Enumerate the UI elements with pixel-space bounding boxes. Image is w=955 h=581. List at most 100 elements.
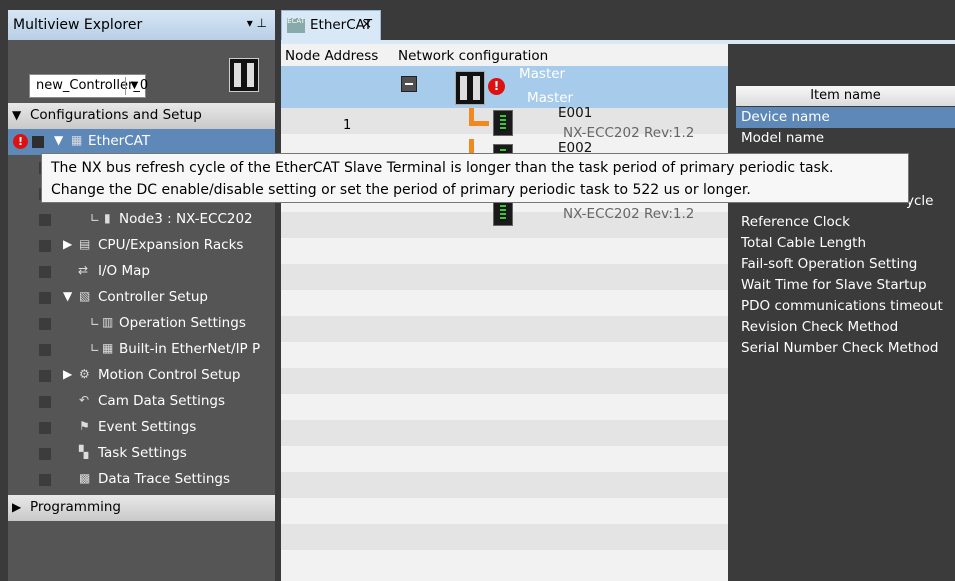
tree-item-task-settings[interactable]: ▚ Task Settings bbox=[8, 441, 275, 467]
io-map-icon: ⇄ bbox=[78, 263, 89, 277]
tree-item-configurations-and-setup[interactable]: ▼ Configurations and Setup bbox=[8, 103, 275, 129]
property-total-cable-length[interactable]: Total Cable Length bbox=[736, 233, 955, 254]
status-square bbox=[39, 396, 51, 408]
node-address: 1 bbox=[343, 118, 352, 133]
tree-item-io-map[interactable]: ⇄ I/O Map bbox=[8, 259, 275, 285]
explorer-title: Multiview Explorer bbox=[13, 17, 143, 33]
property-model-name[interactable]: Model name bbox=[736, 128, 955, 149]
table-row bbox=[281, 316, 728, 342]
expanded-triangle-icon[interactable]: ▼ bbox=[54, 133, 63, 147]
network-line bbox=[469, 121, 489, 126]
operation-settings-icon: ▥ bbox=[102, 315, 114, 329]
flag-icon: ⚑ bbox=[79, 419, 90, 433]
tree-item-programming[interactable]: ▶ Programming bbox=[8, 495, 275, 521]
slave-node-icon: ▮ bbox=[104, 211, 111, 225]
table-row bbox=[281, 524, 728, 550]
tree-branch-icon: ∟ bbox=[90, 211, 101, 225]
table-row bbox=[281, 264, 728, 290]
tree-item-label: Cam Data Settings bbox=[98, 393, 226, 409]
expanded-triangle-icon[interactable]: ▼ bbox=[12, 108, 21, 122]
cam-icon: ↶ bbox=[79, 393, 90, 407]
tree-item-operation-settings[interactable]: ∟ ▥ Operation Settings bbox=[8, 311, 275, 337]
table-row bbox=[281, 472, 728, 498]
slave-model: NX-ECC202 Rev:1.2 bbox=[563, 125, 695, 141]
controller-select[interactable]: new_Controller_0 ▼ bbox=[29, 74, 148, 98]
table-row bbox=[281, 394, 728, 420]
tooltip-line: Change the DC enable/disable setting or … bbox=[51, 182, 751, 198]
error-icon: ! bbox=[488, 78, 505, 95]
tree-item-data-trace-settings[interactable]: ▩ Data Trace Settings bbox=[8, 467, 275, 493]
tree-item-label: Operation Settings bbox=[119, 315, 246, 331]
property-pdo-timeout[interactable]: PDO communications timeout bbox=[736, 296, 955, 317]
property-reference-clock[interactable]: Reference Clock bbox=[736, 212, 955, 233]
collapse-button[interactable] bbox=[401, 76, 417, 92]
property-serial-number-check[interactable]: Serial Number Check Method bbox=[736, 338, 955, 359]
tree-item-label: Controller Setup bbox=[98, 289, 208, 305]
status-square bbox=[39, 422, 51, 434]
column-network-configuration: Network configuration bbox=[398, 48, 549, 64]
tree-item-controller-setup[interactable]: ▼ ▧ Controller Setup bbox=[8, 285, 275, 311]
collapsed-triangle-icon[interactable]: ▶ bbox=[63, 237, 72, 251]
property-wait-time-slave-startup[interactable]: Wait Time for Slave Startup bbox=[736, 275, 955, 296]
tree-item-label: Built-in EtherNet/IP P bbox=[119, 341, 261, 357]
master-label: Master bbox=[527, 90, 574, 106]
table-row bbox=[281, 238, 728, 264]
table-row bbox=[281, 498, 728, 524]
expanded-triangle-icon[interactable]: ▼ bbox=[63, 289, 72, 303]
explorer-title-bar: Multiview Explorer ▾ ⊥ bbox=[8, 10, 275, 40]
tree-item-motion-control-setup[interactable]: ▶ ⚙ Motion Control Setup bbox=[8, 363, 275, 389]
property-panel: Item name Device name Model name ycle Re… bbox=[728, 44, 955, 581]
tree-item-label: Data Trace Settings bbox=[98, 471, 231, 487]
tree-item-label: EtherCAT bbox=[88, 133, 151, 149]
status-square bbox=[39, 318, 51, 330]
tree-item-label: Task Settings bbox=[98, 445, 187, 461]
error-icon: ! bbox=[13, 134, 28, 149]
status-square bbox=[39, 370, 51, 382]
slave-device-icon[interactable] bbox=[493, 110, 513, 136]
tree-branch-icon: ∟ bbox=[90, 341, 101, 355]
table-row bbox=[281, 446, 728, 472]
controller-setup-icon: ▧ bbox=[79, 289, 91, 303]
collapsed-triangle-icon[interactable]: ▶ bbox=[12, 500, 21, 514]
slave-device-icon[interactable] bbox=[493, 200, 513, 226]
property-revision-check[interactable]: Revision Check Method bbox=[736, 317, 955, 338]
network-configuration-grid: Node Address Network configuration ! Mas… bbox=[281, 44, 728, 581]
property-fail-soft-operation[interactable]: Fail-soft Operation Setting bbox=[736, 254, 955, 275]
tree-item-event-settings[interactable]: ⚑ Event Settings bbox=[8, 415, 275, 441]
property-device-name[interactable]: Device name bbox=[736, 107, 955, 128]
ethercat-icon: ECAT bbox=[287, 18, 305, 33]
collapsed-triangle-icon[interactable]: ▶ bbox=[63, 367, 72, 381]
tree-item-builtin-ethernet-ip[interactable]: ∟ ▦ Built-in EtherNet/IP P bbox=[8, 337, 275, 363]
close-icon[interactable]: × bbox=[361, 17, 372, 32]
controller-icon bbox=[229, 58, 259, 92]
tree-branch-icon: ∟ bbox=[90, 315, 101, 329]
tree-item-label: Configurations and Setup bbox=[30, 107, 202, 123]
tree-item-label: CPU/Expansion Racks bbox=[98, 237, 244, 253]
column-node-address: Node Address bbox=[285, 48, 379, 64]
master-controller-icon[interactable] bbox=[455, 71, 485, 105]
tab-ethercat[interactable]: ECAT EtherCAT × bbox=[281, 10, 381, 40]
task-icon: ▚ bbox=[79, 445, 89, 459]
table-row bbox=[281, 550, 728, 576]
tree-item-label: Event Settings bbox=[98, 419, 197, 435]
status-square bbox=[39, 474, 51, 486]
tree-item-label: Programming bbox=[30, 499, 121, 515]
tree-item-ethercat[interactable]: ! ▼ ▦ EtherCAT bbox=[8, 129, 275, 155]
error-tooltip: The NX bus refresh cycle of the EtherCAT… bbox=[41, 153, 909, 203]
status-square bbox=[39, 448, 51, 460]
grid-header: Node Address Network configuration bbox=[281, 44, 728, 68]
ethernet-icon: ▦ bbox=[102, 341, 114, 355]
tree-item-cam-data-settings[interactable]: ↶ Cam Data Settings bbox=[8, 389, 275, 415]
table-row bbox=[281, 420, 728, 446]
table-row bbox=[281, 368, 728, 394]
chevron-down-icon[interactable]: ▼ bbox=[125, 77, 143, 95]
slave-model: NX-ECC202 Rev:1.2 bbox=[563, 206, 695, 222]
status-square bbox=[39, 214, 51, 226]
status-square bbox=[39, 292, 51, 304]
status-square bbox=[32, 136, 44, 148]
pin-icon[interactable]: ▾ ⊥ bbox=[247, 16, 267, 30]
tree-item-node3[interactable]: ∟ ▮ Node3 : NX-ECC202 bbox=[8, 207, 275, 233]
tree-item-cpu-expansion-racks[interactable]: ▶ ▤ CPU/Expansion Racks bbox=[8, 233, 275, 259]
table-row bbox=[281, 342, 728, 368]
master-row[interactable]: ! Master Master bbox=[281, 66, 728, 108]
